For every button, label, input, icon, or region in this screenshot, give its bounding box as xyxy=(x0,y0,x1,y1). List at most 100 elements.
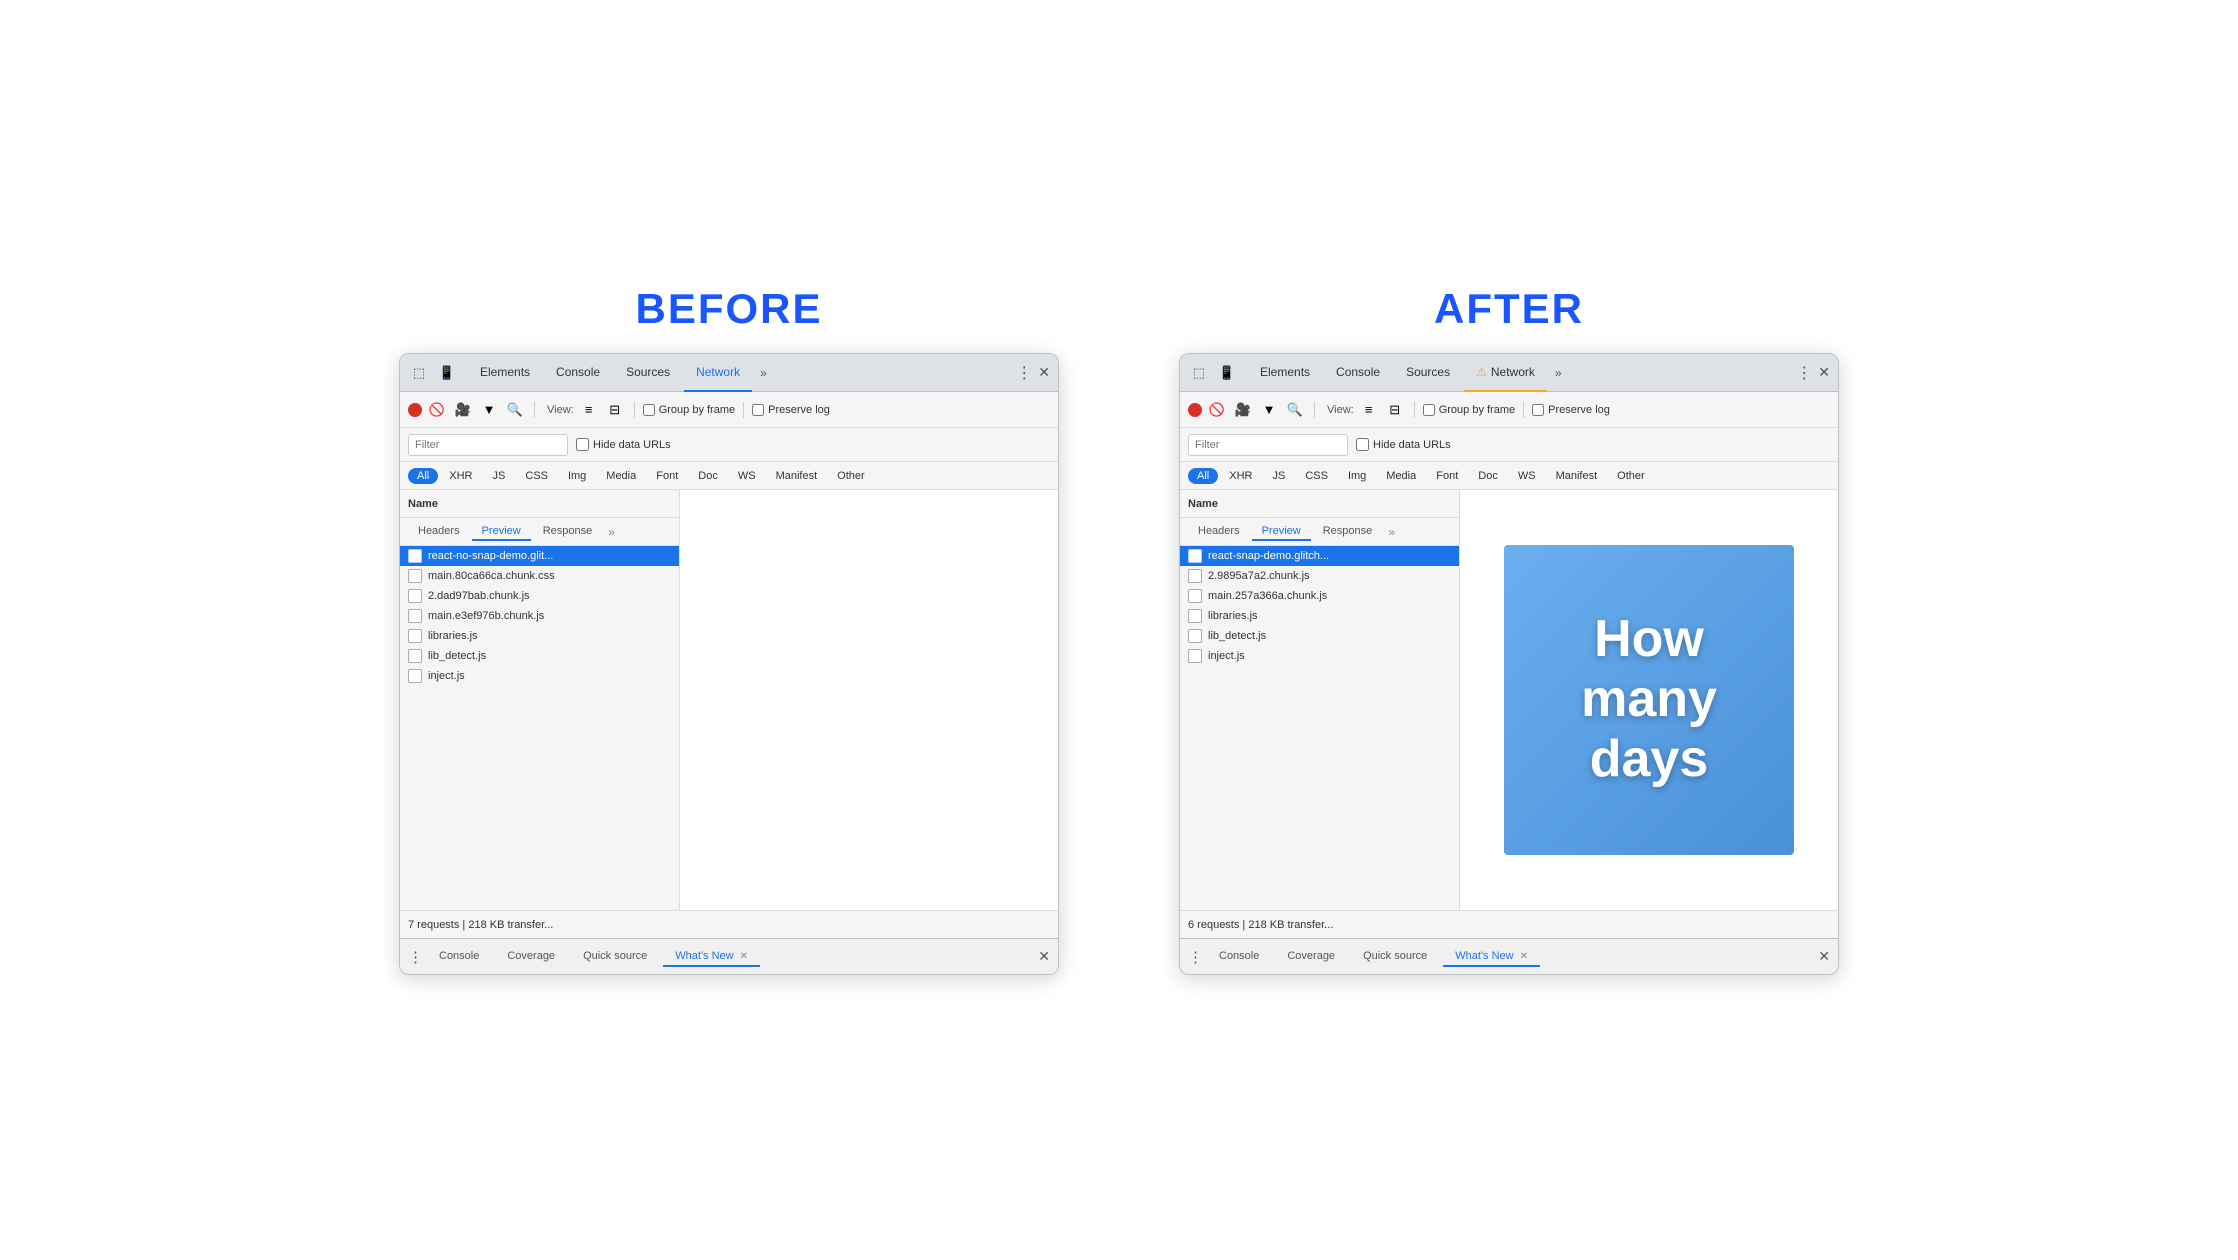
before-view-grid[interactable]: ⊟ xyxy=(604,399,626,421)
before-group-by-frame-checkbox[interactable] xyxy=(643,404,655,416)
before-type-ws[interactable]: WS xyxy=(729,468,765,484)
before-type-media[interactable]: Media xyxy=(597,468,645,484)
after-file-item-5[interactable]: inject.js xyxy=(1180,646,1459,666)
after-drawer-whats-new-close[interactable]: ✕ xyxy=(1520,951,1528,962)
before-search-btn[interactable]: 🔍 xyxy=(504,399,526,421)
before-group-by-frame-label[interactable]: Group by frame xyxy=(643,404,735,416)
after-tab-menu[interactable]: ⋮ xyxy=(1792,363,1816,383)
after-tab-elements[interactable]: Elements xyxy=(1248,354,1322,392)
before-filter-icon[interactable]: ▼ xyxy=(478,399,500,421)
after-tab-sources[interactable]: Sources xyxy=(1394,354,1462,392)
before-detail-more[interactable]: » xyxy=(608,525,615,539)
after-tab-preview[interactable]: Preview xyxy=(1252,523,1311,541)
after-tab-more[interactable]: » xyxy=(1549,366,1568,380)
after-group-by-frame-checkbox[interactable] xyxy=(1423,404,1435,416)
after-type-other[interactable]: Other xyxy=(1608,468,1654,484)
before-file-item-0[interactable]: react-no-snap-demo.glit... xyxy=(400,546,679,566)
after-type-css[interactable]: CSS xyxy=(1296,468,1337,484)
after-tab-network[interactable]: ⚠ Network xyxy=(1464,354,1547,392)
before-stop-btn[interactable]: 🚫 xyxy=(426,399,448,421)
inspect-icon[interactable]: ⬚ xyxy=(408,362,430,384)
before-tab-menu[interactable]: ⋮ xyxy=(1012,363,1036,383)
before-drawer-coverage[interactable]: Coverage xyxy=(495,947,567,967)
after-type-js[interactable]: JS xyxy=(1263,468,1294,484)
after-file-item-1[interactable]: 2.9895a7a2.chunk.js xyxy=(1180,566,1459,586)
before-file-item-3[interactable]: main.e3ef976b.chunk.js xyxy=(400,606,679,626)
after-inspect-icon[interactable]: ⬚ xyxy=(1188,362,1210,384)
before-drawer-whats-new-close[interactable]: ✕ xyxy=(740,951,748,962)
before-hide-data-urls-label[interactable]: Hide data URLs xyxy=(576,438,671,451)
before-type-other[interactable]: Other xyxy=(828,468,874,484)
after-type-manifest[interactable]: Manifest xyxy=(1547,468,1607,484)
after-type-doc[interactable]: Doc xyxy=(1469,468,1507,484)
after-view-grid[interactable]: ⊟ xyxy=(1384,399,1406,421)
before-preserve-log-checkbox[interactable] xyxy=(752,404,764,416)
before-tab-response[interactable]: Response xyxy=(533,523,603,541)
before-preserve-log-label[interactable]: Preserve log xyxy=(752,404,830,416)
before-drawer-whats-new[interactable]: What's New ✕ xyxy=(663,947,760,967)
after-type-ws[interactable]: WS xyxy=(1509,468,1545,484)
before-tab-network[interactable]: Network xyxy=(684,354,752,392)
before-drawer-console[interactable]: Console xyxy=(427,947,491,967)
after-type-img[interactable]: Img xyxy=(1339,468,1375,484)
before-drawer-menu[interactable]: ⋮ xyxy=(408,948,423,966)
after-type-media[interactable]: Media xyxy=(1377,468,1425,484)
after-type-all[interactable]: All xyxy=(1188,468,1218,484)
after-filter-input[interactable] xyxy=(1188,434,1348,456)
before-tab-console[interactable]: Console xyxy=(544,354,612,392)
after-record-btn[interactable] xyxy=(1188,403,1202,417)
after-preserve-log-checkbox[interactable] xyxy=(1532,404,1544,416)
before-tab-preview[interactable]: Preview xyxy=(472,523,531,541)
before-type-manifest[interactable]: Manifest xyxy=(767,468,827,484)
after-detail-more[interactable]: » xyxy=(1388,525,1395,539)
before-file-item-4[interactable]: libraries.js xyxy=(400,626,679,646)
device-icon[interactable]: 📱 xyxy=(436,362,458,384)
after-file-item-0[interactable]: react-snap-demo.glitch... xyxy=(1180,546,1459,566)
before-tab-sources[interactable]: Sources xyxy=(614,354,682,392)
after-group-by-frame-label[interactable]: Group by frame xyxy=(1423,404,1515,416)
after-camera-btn[interactable]: 🎥 xyxy=(1232,399,1254,421)
after-device-icon[interactable]: 📱 xyxy=(1216,362,1238,384)
after-tab-headers[interactable]: Headers xyxy=(1188,523,1250,541)
after-search-btn[interactable]: 🔍 xyxy=(1284,399,1306,421)
before-type-css[interactable]: CSS xyxy=(516,468,557,484)
before-drawer-close[interactable]: ✕ xyxy=(1038,948,1050,965)
before-tab-more[interactable]: » xyxy=(754,366,773,380)
before-file-item-2[interactable]: 2.dad97bab.chunk.js xyxy=(400,586,679,606)
after-filter-icon[interactable]: ▼ xyxy=(1258,399,1280,421)
before-filter-input[interactable] xyxy=(408,434,568,456)
after-file-item-4[interactable]: lib_detect.js xyxy=(1180,626,1459,646)
after-stop-btn[interactable]: 🚫 xyxy=(1206,399,1228,421)
before-type-xhr[interactable]: XHR xyxy=(440,468,481,484)
before-hide-data-urls-checkbox[interactable] xyxy=(576,438,589,451)
before-type-js[interactable]: JS xyxy=(483,468,514,484)
after-drawer-console[interactable]: Console xyxy=(1207,947,1271,967)
before-view-list[interactable]: ≡ xyxy=(578,399,600,421)
after-hide-data-urls-label[interactable]: Hide data URLs xyxy=(1356,438,1451,451)
before-type-img[interactable]: Img xyxy=(559,468,595,484)
after-preserve-log-label[interactable]: Preserve log xyxy=(1532,404,1610,416)
before-type-doc[interactable]: Doc xyxy=(689,468,727,484)
after-file-item-2[interactable]: main.257a366a.chunk.js xyxy=(1180,586,1459,606)
after-hide-data-urls-checkbox[interactable] xyxy=(1356,438,1369,451)
after-drawer-quick-source[interactable]: Quick source xyxy=(1351,947,1439,967)
after-type-xhr[interactable]: XHR xyxy=(1220,468,1261,484)
after-view-list[interactable]: ≡ xyxy=(1358,399,1380,421)
after-type-font[interactable]: Font xyxy=(1427,468,1467,484)
before-camera-btn[interactable]: 🎥 xyxy=(452,399,474,421)
after-drawer-whats-new[interactable]: What's New ✕ xyxy=(1443,947,1540,967)
before-tab-close[interactable]: ✕ xyxy=(1038,364,1050,381)
before-drawer-quick-source[interactable]: Quick source xyxy=(571,947,659,967)
before-file-item-5[interactable]: lib_detect.js xyxy=(400,646,679,666)
after-drawer-close[interactable]: ✕ xyxy=(1818,948,1830,965)
after-drawer-coverage[interactable]: Coverage xyxy=(1275,947,1347,967)
after-tab-response[interactable]: Response xyxy=(1313,523,1383,541)
after-tab-close[interactable]: ✕ xyxy=(1818,364,1830,381)
before-tab-elements[interactable]: Elements xyxy=(468,354,542,392)
before-file-item-1[interactable]: main.80ca66ca.chunk.css xyxy=(400,566,679,586)
after-drawer-menu[interactable]: ⋮ xyxy=(1188,948,1203,966)
before-record-btn[interactable] xyxy=(408,403,422,417)
after-tab-console[interactable]: Console xyxy=(1324,354,1392,392)
before-type-font[interactable]: Font xyxy=(647,468,687,484)
before-type-all[interactable]: All xyxy=(408,468,438,484)
